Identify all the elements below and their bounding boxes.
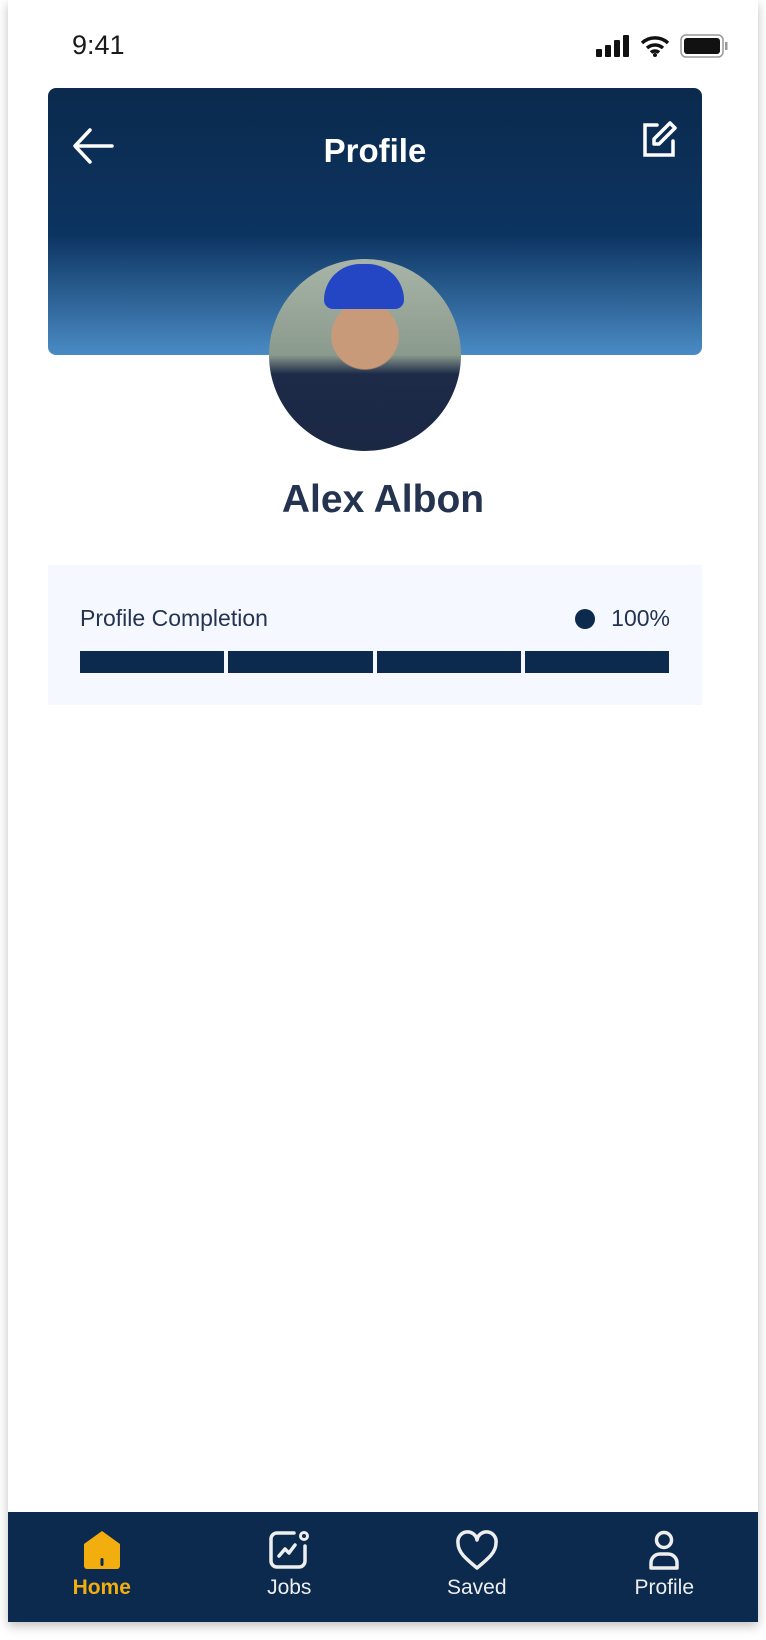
profile-name: Alex Albon <box>281 478 485 521</box>
nav-saved[interactable]: Saved <box>383 1512 571 1622</box>
edit-icon[interactable] <box>640 120 678 158</box>
battery-icon <box>680 34 728 58</box>
avatar-photo-cap <box>324 264 404 309</box>
status-time: 9:41 <box>72 30 125 60</box>
wifi-icon <box>640 36 670 57</box>
home-icon <box>83 1531 120 1569</box>
nav-home-label: Home <box>72 1576 131 1599</box>
progress-segment <box>228 651 373 673</box>
nav-jobs[interactable]: Jobs <box>196 1512 384 1622</box>
completion-progress-bar <box>80 651 669 673</box>
completion-value: 100% <box>611 605 670 631</box>
nav-jobs-label: Jobs <box>267 1576 312 1599</box>
nav-profile[interactable]: Profile <box>571 1512 759 1622</box>
nav-home[interactable]: Home <box>8 1512 196 1622</box>
signal-icon <box>596 35 629 57</box>
progress-segment <box>80 651 225 673</box>
status-dot-icon <box>575 608 596 629</box>
heart-icon <box>455 1530 498 1570</box>
nav-saved-label: Saved <box>446 1576 507 1599</box>
jobs-icon <box>269 1531 310 1569</box>
user-icon <box>649 1530 679 1570</box>
completion-label: Profile Completion <box>80 605 268 631</box>
avatar[interactable] <box>269 259 461 451</box>
phone-screen: 9:41 Profile Alex Albon Profile Completi… <box>8 0 758 1622</box>
progress-segment <box>376 651 521 673</box>
status-bar: 9:41 <box>8 0 758 80</box>
progress-segment <box>524 651 669 673</box>
nav-profile-label: Profile <box>634 1576 695 1599</box>
bottom-nav: Home Jobs Saved Profile <box>8 1512 758 1622</box>
profile-completion-card: Profile Completion 100% <box>48 565 702 705</box>
page-title: Profile <box>323 132 427 169</box>
